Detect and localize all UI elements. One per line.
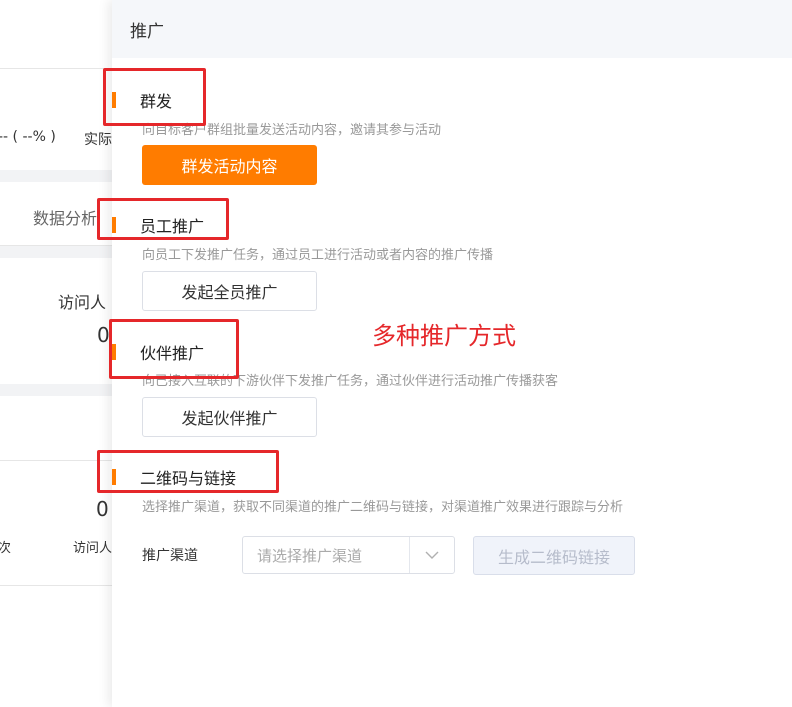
section-marker [112, 217, 116, 233]
drawer-title: 推广 [130, 21, 164, 42]
mass-send-button[interactable]: 群发活动内容 [142, 145, 317, 185]
bg-band [0, 170, 112, 182]
bg-bottom-visitors-label: 访问人 [73, 541, 113, 556]
section-desc-employee-promotion: 向员工下发推广任务，通过员工进行活动或者内容的推广传播 [142, 248, 494, 263]
chevron-down-icon[interactable] [410, 537, 454, 573]
annotation-multiple-methods: 多种推广方式 [372, 322, 516, 350]
section-marker [112, 469, 116, 485]
bg-visitors-label: 访问人 [58, 293, 107, 312]
section-marker [112, 92, 116, 108]
section-marker [112, 344, 116, 360]
promotion-drawer: 推广 群发 向目标客户群组批量发送活动内容，邀请其参与活动 群发活动内容 员工推… [112, 0, 792, 707]
bg-percent-text: -- ( --% ) [0, 129, 56, 145]
bg-band [0, 246, 112, 258]
section-desc-mass-send: 向目标客户群组批量发送活动内容，邀请其参与活动 [142, 123, 442, 138]
bg-tab-data-analysis[interactable]: 数据分析 [33, 205, 97, 229]
section-title-qrcode-link: 二维码与链接 [112, 465, 236, 489]
bg-bottom-text: 次 [0, 541, 12, 556]
bg-band [0, 384, 112, 396]
bg-actual-text: 实际 [84, 132, 112, 148]
section-desc-qrcode-link: 选择推广渠道，获取不同渠道的推广二维码与链接，对渠道推广效果进行跟踪与分析 [142, 500, 624, 515]
drawer-header: 推广 [112, 0, 792, 58]
section-title-partner-promotion: 伙伴推广 [112, 340, 204, 364]
channel-select-placeholder: 请选择推广渠道 [257, 546, 363, 565]
channel-label: 推广渠道 [142, 548, 198, 564]
bg-divider [0, 68, 112, 69]
bg-visitors-value: 0 [97, 323, 110, 347]
start-employee-promotion-button[interactable]: 发起全员推广 [142, 271, 317, 311]
channel-select[interactable]: 请选择推广渠道 [242, 536, 455, 574]
section-desc-partner-promotion: 向已接入互联的下游伙伴下发推广任务，通过伙伴进行活动推广传播获客 [142, 374, 559, 389]
start-partner-promotion-button[interactable]: 发起伙伴推广 [142, 397, 317, 437]
bg-divider [0, 460, 112, 461]
bg-visitors-value: 0 [96, 497, 109, 521]
section-title-text: 群发 [140, 92, 173, 111]
generate-qrcode-link-button[interactable]: 生成二维码链接 [473, 536, 635, 575]
section-title-text: 员工推广 [140, 217, 205, 236]
bg-divider [0, 585, 112, 586]
section-title-employee-promotion: 员工推广 [112, 213, 204, 237]
section-title-mass-send: 群发 [112, 88, 172, 112]
section-title-text: 伙伴推广 [140, 344, 205, 363]
section-title-text: 二维码与链接 [140, 469, 237, 488]
